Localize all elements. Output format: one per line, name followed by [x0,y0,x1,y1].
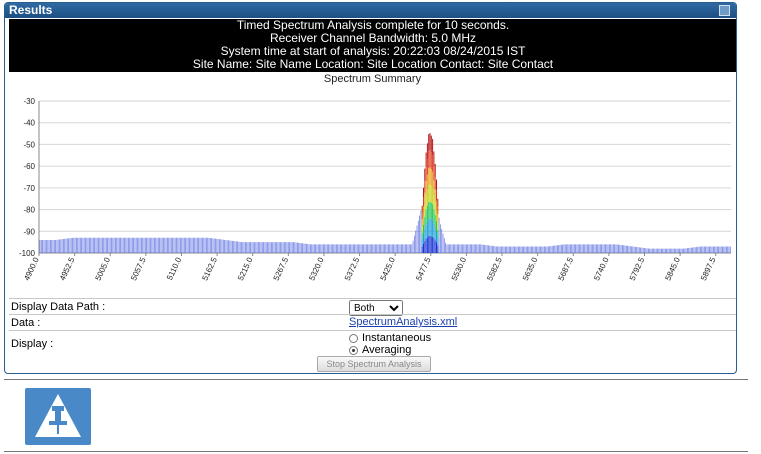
pushpin-icon [25,388,91,445]
instantaneous-radio[interactable] [349,333,358,343]
instantaneous-label: Instantaneous [362,332,432,344]
display-row: Display : Instantaneous Averaging [9,330,736,356]
x-tick-label: 5320.0 [307,256,326,282]
x-tick-label: 5582.5 [485,256,504,282]
x-tick-label: 5477.5 [414,256,433,282]
x-tick-label: 5740.0 [592,256,611,282]
data-row: Data : SpectrumAnalysis.xml [9,314,736,329]
panel-header: Results [5,3,736,18]
spectrum-chart: -30-40-50-60-70-80-90-1004900.0 4952.5 500… [19,97,731,282]
x-tick-label: 4952.5 [58,256,77,282]
y-tick-label: -70 [23,184,35,193]
divider [4,379,748,380]
display-data-path-row: Display Data Path : Both [9,298,736,316]
y-tick-label: -60 [23,162,35,171]
y-tick-label: -40 [23,119,35,128]
x-tick-label: 5372.5 [343,256,362,282]
averaging-option[interactable]: Averaging [349,344,431,356]
x-tick-label: 5687.5 [557,256,576,282]
display-label: Display : [11,338,54,350]
spectrum-xml-link[interactable]: SpectrumAnalysis.xml [349,316,457,328]
x-tick-label: 5267.5 [272,256,291,282]
stop-spectrum-analysis-button[interactable]: Stop Spectrum Analysis [317,356,431,372]
x-tick-label: 5792.5 [628,256,647,282]
analysis-summary: Timed Spectrum Analysis complete for 10 … [9,19,736,72]
y-tick-label: -90 [23,227,35,236]
panel-title: Results [9,3,53,17]
x-tick-label: 5425.0 [378,256,397,282]
x-tick-label: 5897.5 [699,256,718,282]
results-panel: Results Timed Spectrum Analysis complete… [4,2,737,374]
divider [4,451,748,452]
x-tick-label: 5057.5 [129,256,148,282]
y-tick-label: -80 [23,206,35,215]
averaging-radio[interactable] [349,345,358,355]
y-tick-label: -50 [23,140,35,149]
x-tick-label: 5530.0 [450,256,469,282]
x-tick-label: 5845.0 [663,256,682,282]
x-tick-label: 5110.0 [165,256,183,282]
summary-line: Site Name: Site Name Location: Site Loca… [192,57,554,71]
x-tick-label: 5005.0 [94,256,113,282]
display-data-path-label: Display Data Path : [11,301,106,313]
collapse-icon[interactable] [719,5,730,16]
x-tick-label: 5635.0 [521,256,540,282]
x-tick-label: 5215.0 [236,256,255,282]
chart-title: Spectrum Summary [323,73,422,85]
instantaneous-option[interactable]: Instantaneous [349,332,431,344]
y-tick-label: -30 [23,97,35,106]
data-label: Data : [11,317,41,329]
x-tick-label: 4900.0 [22,256,41,282]
averaging-label: Averaging [362,344,412,356]
x-tick-label: 5162.5 [200,256,219,282]
